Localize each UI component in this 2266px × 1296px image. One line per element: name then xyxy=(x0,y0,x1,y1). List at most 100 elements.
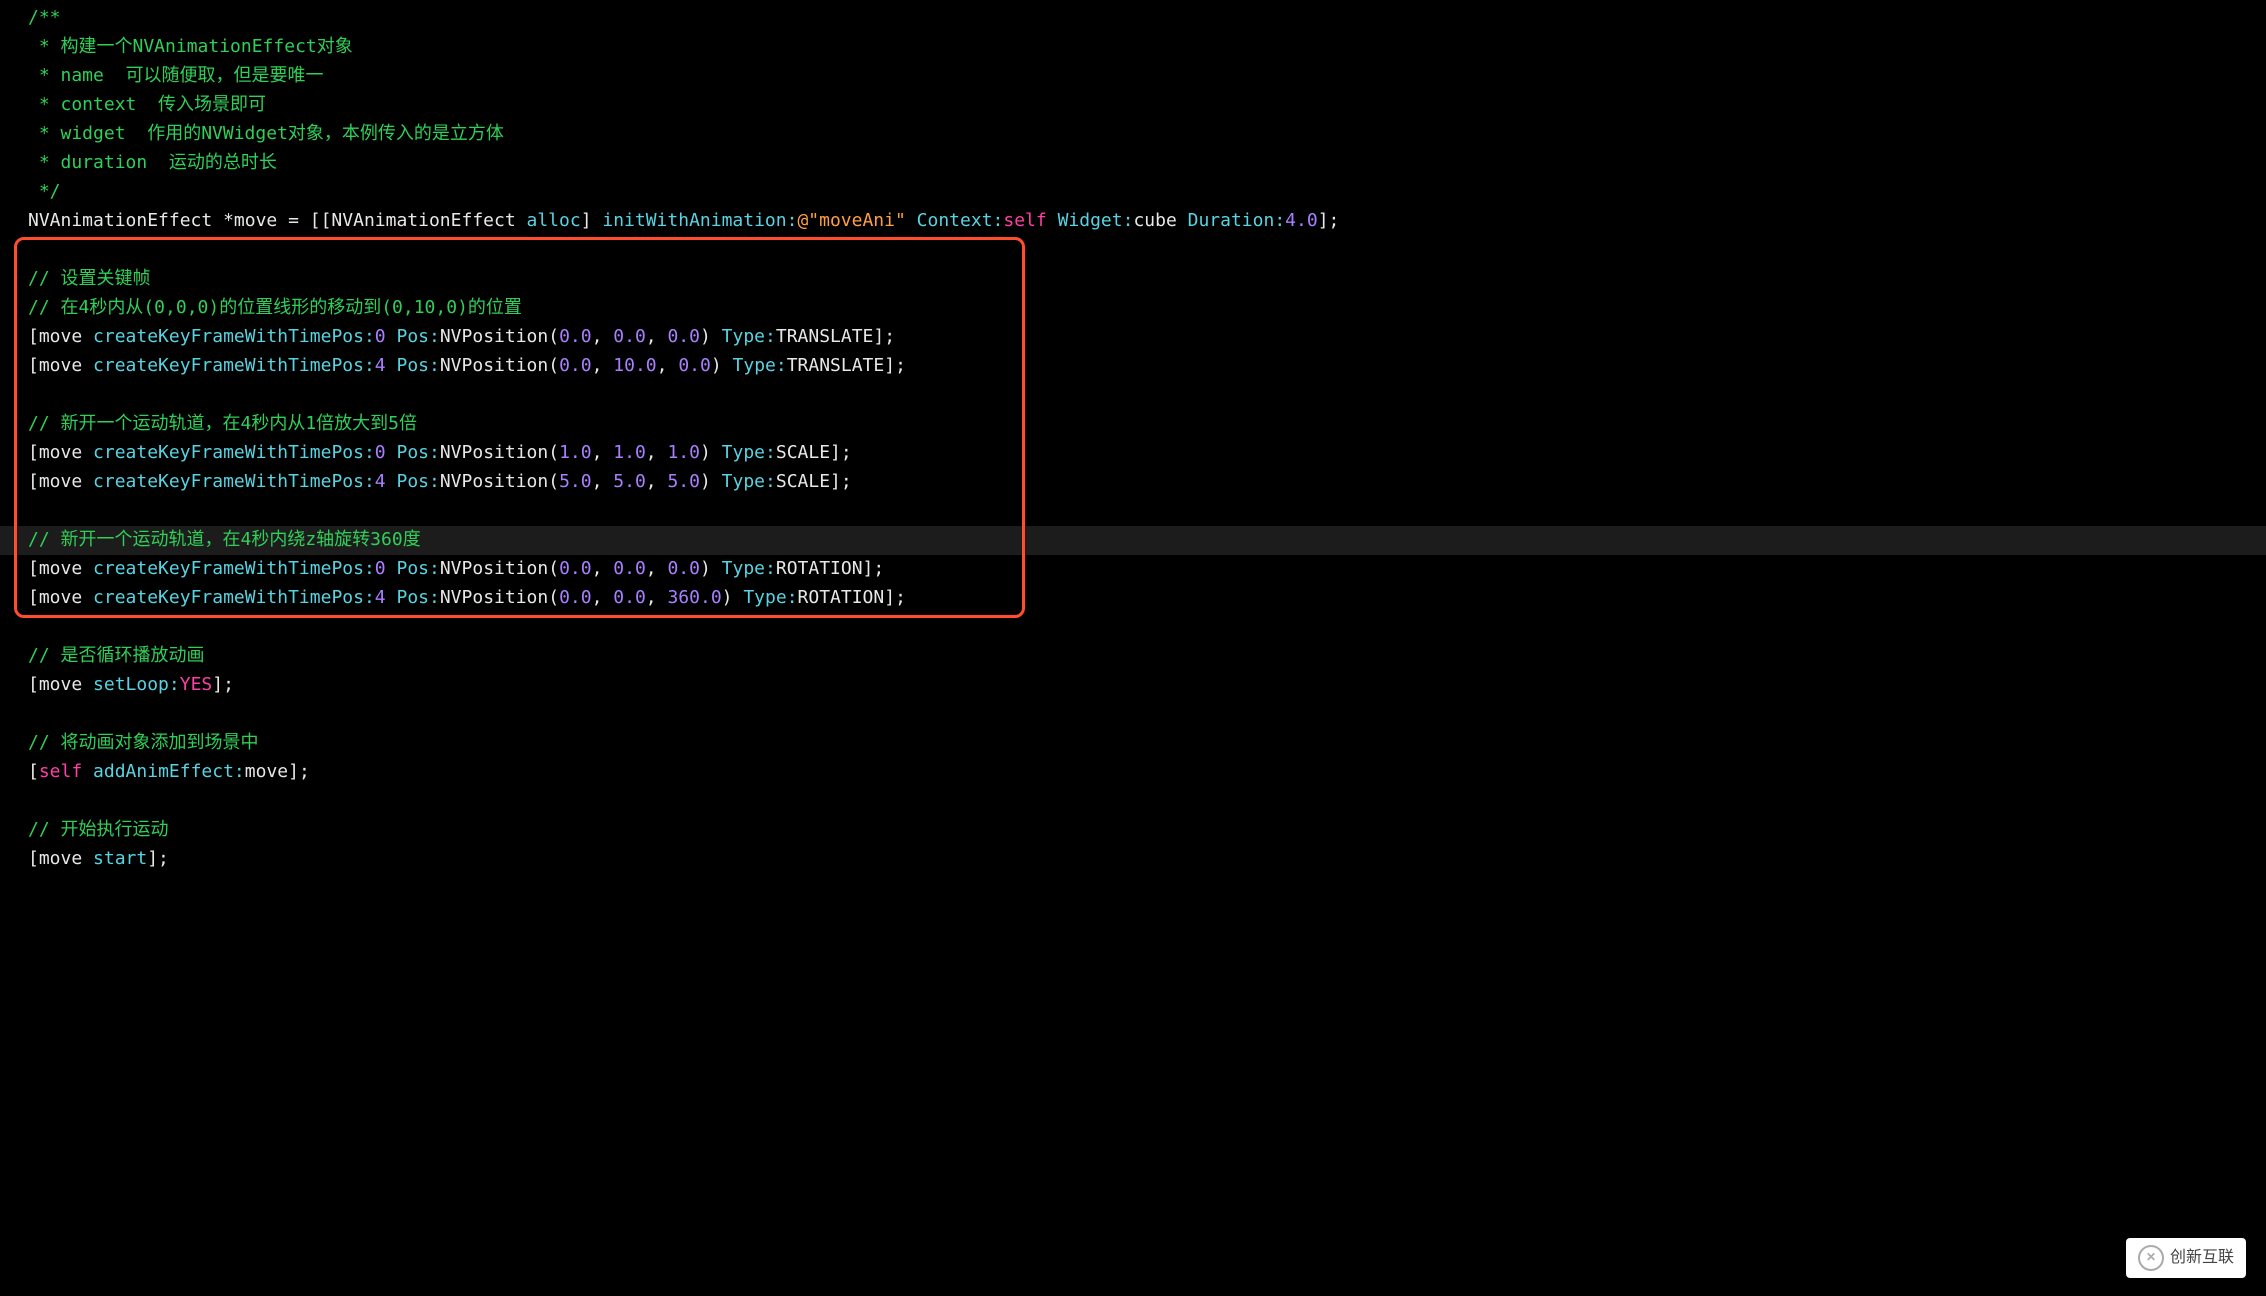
code-token: // 是否循环播放动画 xyxy=(28,645,205,666)
code-token: 5.0 xyxy=(613,471,646,492)
code-token: NVPosition( xyxy=(440,471,559,492)
code-token: Context: xyxy=(917,210,1004,231)
code-token xyxy=(386,326,397,347)
code-token: , xyxy=(592,442,614,463)
watermark-text: 创新互联 xyxy=(2170,1245,2234,1271)
code-line[interactable] xyxy=(0,236,2266,265)
code-token: 4 xyxy=(375,471,386,492)
code-line[interactable]: // 是否循环播放动画 xyxy=(0,642,2266,671)
code-token: , xyxy=(646,587,668,608)
code-token: createKeyFrameWithTimePos: xyxy=(93,471,375,492)
code-line[interactable]: */ xyxy=(0,178,2266,207)
code-token xyxy=(1047,210,1058,231)
code-token: , xyxy=(657,355,679,376)
code-token: ) xyxy=(700,442,722,463)
code-token: 0 xyxy=(375,326,386,347)
code-token: createKeyFrameWithTimePos: xyxy=(93,442,375,463)
code-token: 0.0 xyxy=(559,587,592,608)
code-line[interactable]: * context 传入场景即可 xyxy=(0,91,2266,120)
code-token: ROTATION]; xyxy=(776,558,884,579)
code-token: SCALE]; xyxy=(776,471,852,492)
code-token: , xyxy=(592,355,614,376)
code-token: Widget: xyxy=(1058,210,1134,231)
code-token: 0 xyxy=(375,442,386,463)
code-line[interactable] xyxy=(0,381,2266,410)
code-line[interactable]: [move setLoop:YES]; xyxy=(0,671,2266,700)
code-token: NVAnimationEffect *move = [[NVAnimationE… xyxy=(28,210,527,231)
code-line[interactable] xyxy=(0,497,2266,526)
code-line[interactable] xyxy=(0,787,2266,816)
code-line[interactable]: // 新开一个运动轨道，在4秒内从1倍放大到5倍 xyxy=(0,410,2266,439)
code-token: [move xyxy=(28,355,93,376)
code-line[interactable]: [move createKeyFrameWithTimePos:0 Pos:NV… xyxy=(0,323,2266,352)
code-token: self xyxy=(1003,210,1046,231)
code-token: ) xyxy=(700,558,722,579)
code-token: 0.0 xyxy=(559,558,592,579)
code-token: [ xyxy=(28,761,39,782)
code-line[interactable]: [move createKeyFrameWithTimePos:0 Pos:NV… xyxy=(0,555,2266,584)
code-line[interactable]: [self addAnimEffect:move]; xyxy=(0,758,2266,787)
code-line[interactable]: * 构建一个NVAnimationEffect对象 xyxy=(0,33,2266,62)
code-token: start xyxy=(93,848,147,869)
code-line[interactable]: * name 可以随便取，但是要唯一 xyxy=(0,62,2266,91)
code-token: , xyxy=(646,471,668,492)
code-token: YES xyxy=(180,674,213,695)
code-editor[interactable]: /** * 构建一个NVAnimationEffect对象 * name 可以随… xyxy=(0,0,2266,874)
code-token: TRANSLATE]; xyxy=(787,355,906,376)
code-token: NVPosition( xyxy=(440,558,559,579)
code-token: */ xyxy=(28,181,61,202)
code-line[interactable]: [move createKeyFrameWithTimePos:0 Pos:NV… xyxy=(0,439,2266,468)
code-line[interactable]: // 开始执行运动 xyxy=(0,816,2266,845)
code-token: , xyxy=(592,587,614,608)
code-token: SCALE]; xyxy=(776,442,852,463)
code-line[interactable]: // 设置关键帧 xyxy=(0,265,2266,294)
code-line[interactable]: [move createKeyFrameWithTimePos:4 Pos:NV… xyxy=(0,352,2266,381)
code-line[interactable]: /** xyxy=(0,4,2266,33)
code-token: 1.0 xyxy=(613,442,646,463)
code-token: 1.0 xyxy=(559,442,592,463)
code-token: ) xyxy=(700,326,722,347)
code-token: ]; xyxy=(1318,210,1340,231)
code-token: createKeyFrameWithTimePos: xyxy=(93,326,375,347)
code-token: 4.0 xyxy=(1285,210,1318,231)
code-token: // 将动画对象添加到场景中 xyxy=(28,732,259,753)
code-line[interactable]: * duration 运动的总时长 xyxy=(0,149,2266,178)
code-token: 0.0 xyxy=(559,355,592,376)
code-token: NVPosition( xyxy=(440,355,559,376)
code-token xyxy=(386,442,397,463)
code-token: Type: xyxy=(722,442,776,463)
code-token: 10.0 xyxy=(613,355,656,376)
code-token: self xyxy=(39,761,82,782)
code-line[interactable] xyxy=(0,613,2266,642)
code-line[interactable]: * widget 作用的NVWidget对象，本例传入的是立方体 xyxy=(0,120,2266,149)
code-token: ) xyxy=(722,587,744,608)
code-token: createKeyFrameWithTimePos: xyxy=(93,355,375,376)
code-line[interactable]: NVAnimationEffect *move = [[NVAnimationE… xyxy=(0,207,2266,236)
code-token: 0.0 xyxy=(559,326,592,347)
code-line[interactable]: [move createKeyFrameWithTimePos:4 Pos:NV… xyxy=(0,468,2266,497)
code-token: [move xyxy=(28,848,93,869)
code-line[interactable]: // 将动画对象添加到场景中 xyxy=(0,729,2266,758)
code-token: // 在4秒内从(0,0,0)的位置线形的移动到(0,10,0)的位置 xyxy=(28,297,522,318)
code-line[interactable]: [move start]; xyxy=(0,845,2266,874)
code-token: , xyxy=(592,326,614,347)
code-token: TRANSLATE]; xyxy=(776,326,895,347)
code-token: 4 xyxy=(375,587,386,608)
code-token: * 构建一个NVAnimationEffect对象 xyxy=(28,36,353,57)
code-line[interactable]: // 在4秒内从(0,0,0)的位置线形的移动到(0,10,0)的位置 xyxy=(0,294,2266,323)
code-token: // 设置关键帧 xyxy=(28,268,151,289)
code-line[interactable]: // 新开一个运动轨道，在4秒内绕z轴旋转360度 xyxy=(0,526,2266,555)
code-token: 0.0 xyxy=(678,355,711,376)
code-token: Type: xyxy=(722,326,776,347)
code-token: * duration 运动的总时长 xyxy=(28,152,277,173)
code-token: 5.0 xyxy=(667,471,700,492)
code-token: Pos: xyxy=(396,471,439,492)
code-token: , xyxy=(646,442,668,463)
code-token: , xyxy=(646,558,668,579)
code-token: // 新开一个运动轨道，在4秒内绕z轴旋转360度 xyxy=(28,529,421,550)
code-line[interactable] xyxy=(0,700,2266,729)
code-token: 0 xyxy=(375,558,386,579)
code-line[interactable]: [move createKeyFrameWithTimePos:4 Pos:NV… xyxy=(0,584,2266,613)
code-token xyxy=(82,761,93,782)
code-token: [move xyxy=(28,674,93,695)
